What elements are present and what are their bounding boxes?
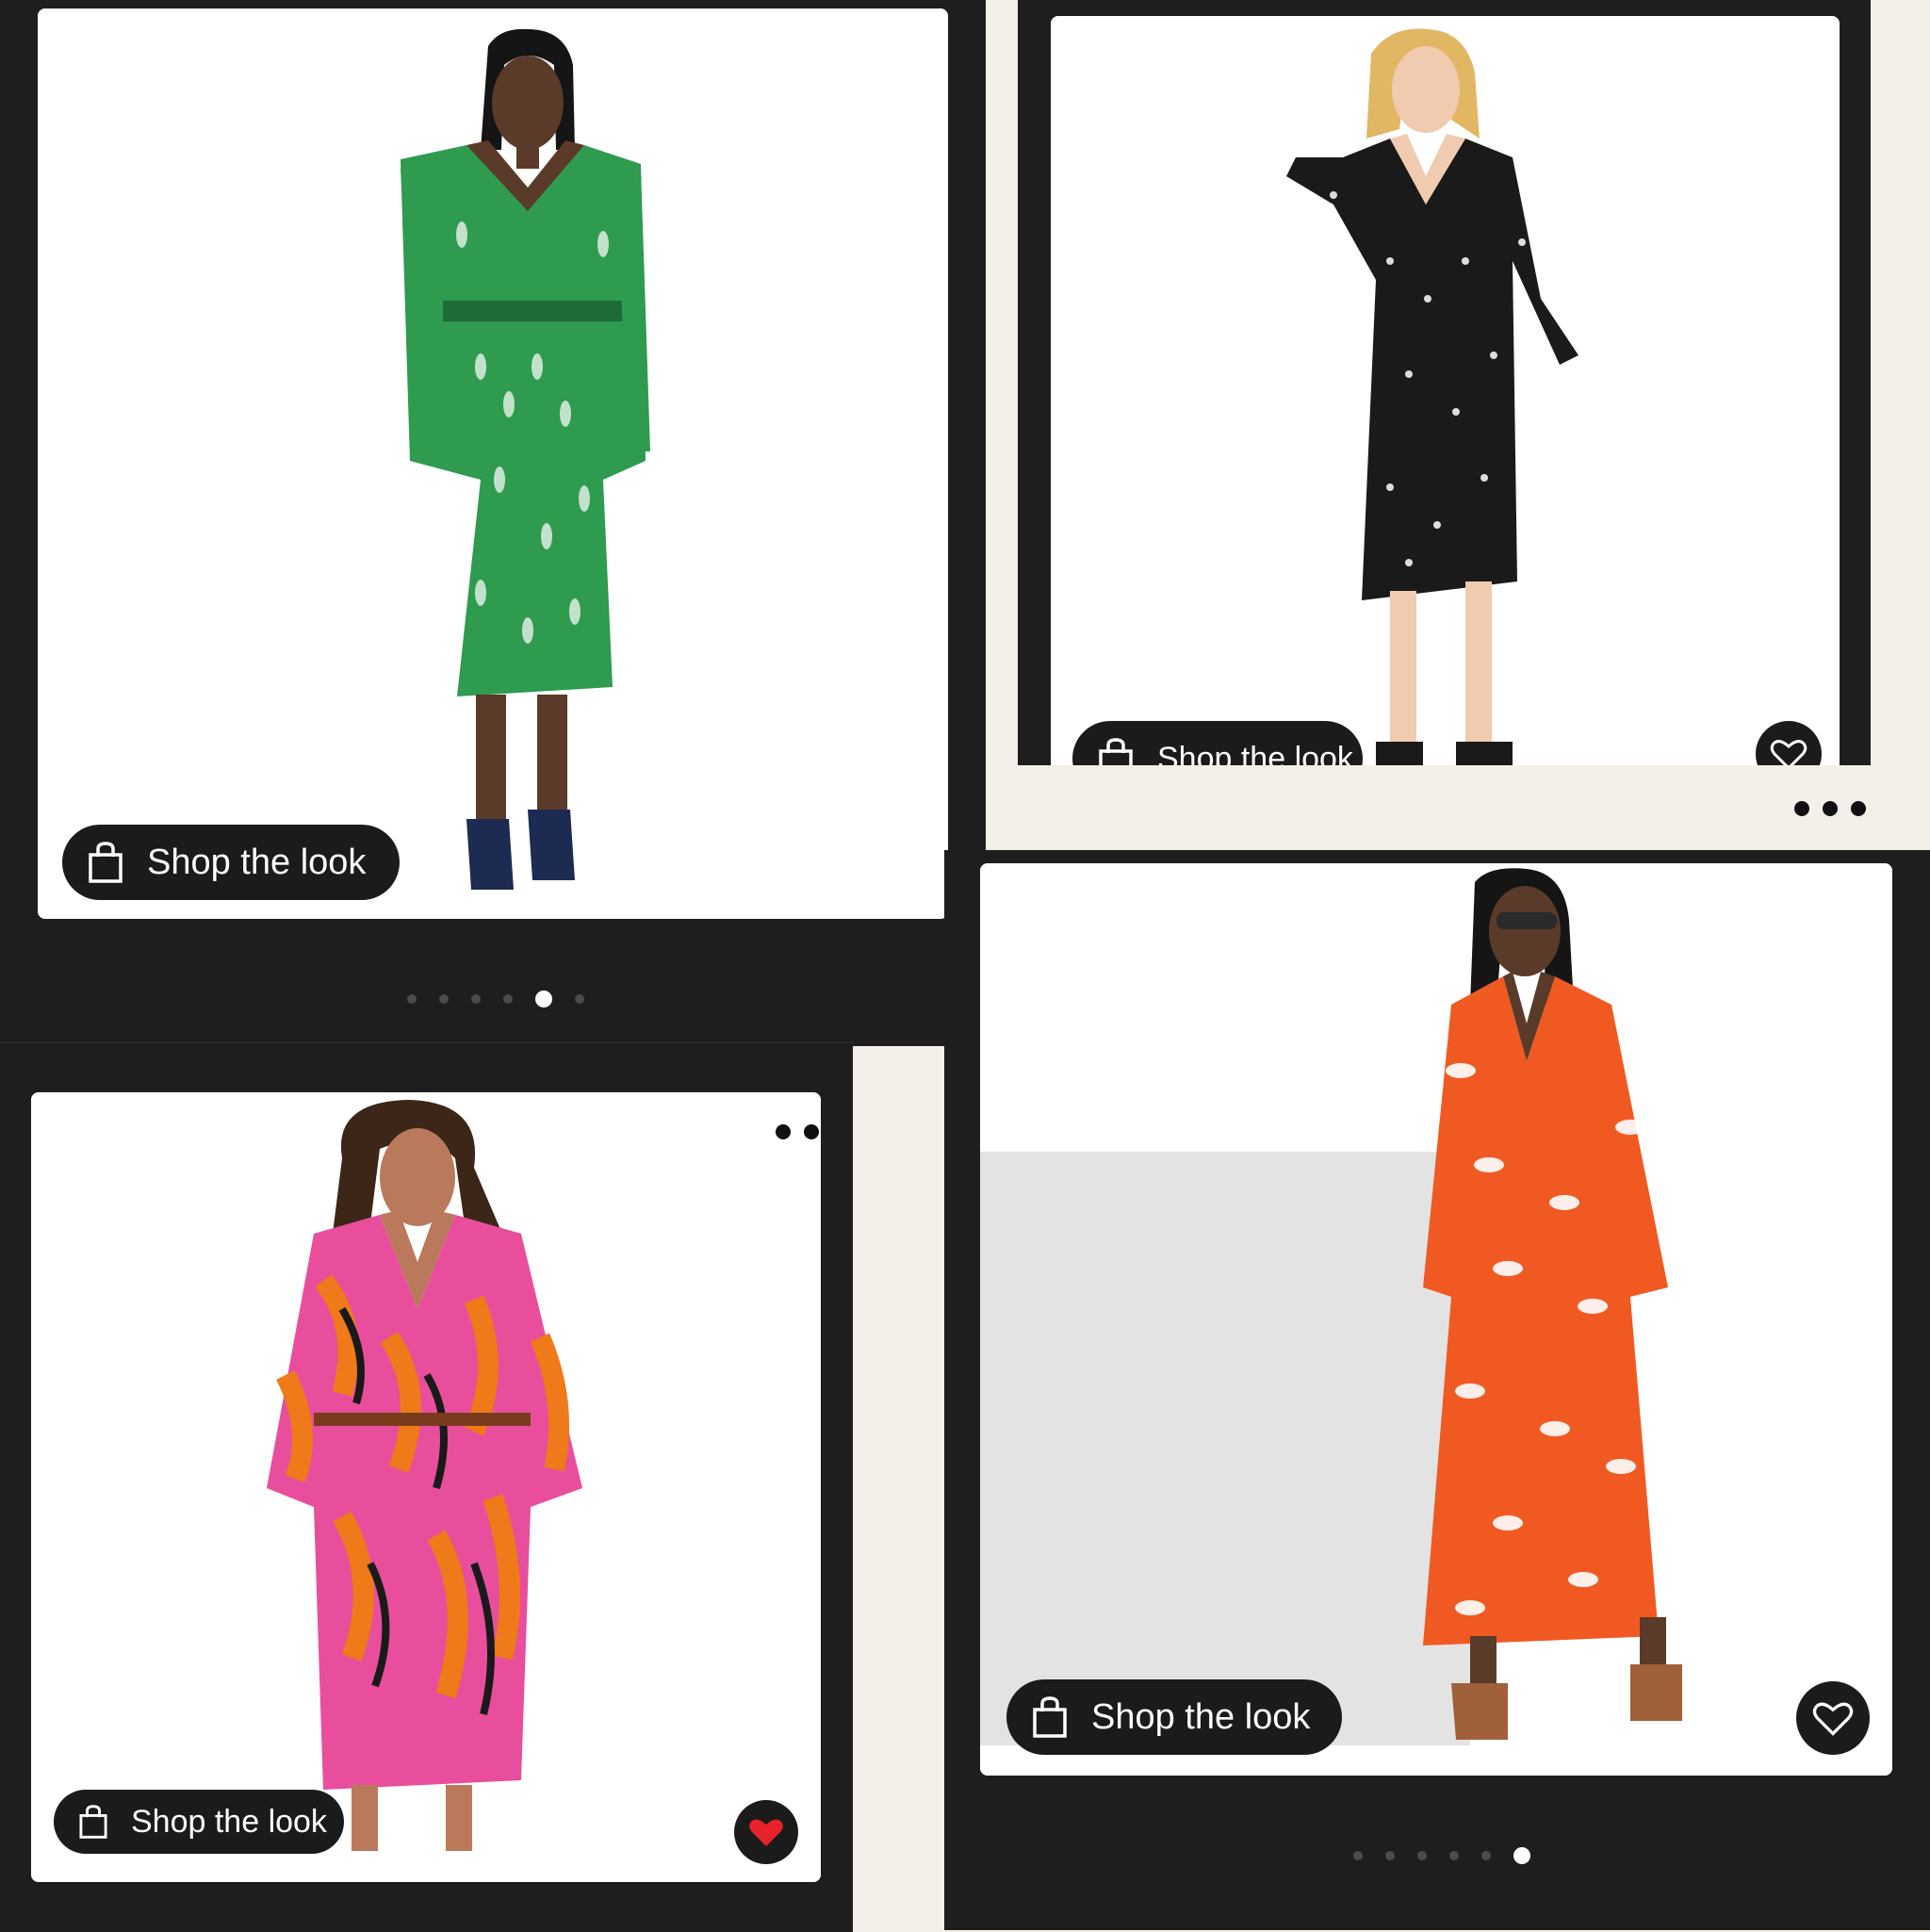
heart-outline-icon bbox=[1770, 740, 1807, 765]
shopping-bag-icon bbox=[79, 1805, 107, 1839]
carousel-dot[interactable] bbox=[575, 994, 584, 1004]
shopping-bag-icon bbox=[1033, 1696, 1067, 1738]
shop-the-look-label: Shop the look bbox=[131, 1803, 327, 1840]
product-photo-orange-dress bbox=[980, 863, 1892, 1776]
more-icon-dot bbox=[1851, 801, 1866, 816]
carousel-dot[interactable] bbox=[1353, 1851, 1363, 1860]
shopping-bag-icon bbox=[89, 842, 123, 883]
shop-the-look-button[interactable]: Shop the look bbox=[1072, 721, 1363, 765]
shop-the-look-button[interactable]: Shop the look bbox=[54, 1790, 344, 1854]
product-card-black-dress[interactable]: Shop the look bbox=[1051, 16, 1840, 765]
carousel-dot[interactable] bbox=[407, 994, 417, 1004]
favorite-button[interactable] bbox=[1796, 1681, 1870, 1755]
product-panel-black-dress: Shop the look bbox=[1018, 0, 1871, 765]
carousel-indicator[interactable] bbox=[1353, 1846, 1530, 1865]
more-icon-dot bbox=[1794, 801, 1809, 816]
shop-the-look-button[interactable]: Shop the look bbox=[62, 825, 400, 900]
carousel-dot-active[interactable] bbox=[1513, 1847, 1530, 1864]
favorite-button-active[interactable] bbox=[734, 1800, 798, 1864]
carousel-indicator[interactable] bbox=[407, 990, 584, 1008]
product-card-zebra-robe[interactable]: Shop the look bbox=[31, 1092, 821, 1882]
carousel-dot[interactable] bbox=[471, 994, 481, 1004]
more-icon-dot bbox=[804, 1124, 819, 1139]
product-photo-green-dress bbox=[38, 8, 948, 919]
carousel-dot[interactable] bbox=[1385, 1851, 1395, 1860]
shopping-bag-icon bbox=[1099, 738, 1133, 765]
shop-the-look-button[interactable]: Shop the look bbox=[1006, 1679, 1342, 1755]
more-icon-dot bbox=[1823, 801, 1838, 816]
carousel-dot-active[interactable] bbox=[535, 991, 552, 1007]
carousel-dot[interactable] bbox=[439, 994, 449, 1004]
heart-filled-icon bbox=[749, 1819, 783, 1846]
shop-the-look-label: Shop the look bbox=[1157, 740, 1353, 766]
carousel-dot[interactable] bbox=[1481, 1851, 1491, 1860]
shop-the-look-label: Shop the look bbox=[147, 842, 367, 882]
product-photo-zebra-robe bbox=[31, 1092, 821, 1882]
more-options-button[interactable] bbox=[776, 1124, 819, 1139]
product-photo-black-dress bbox=[1051, 16, 1840, 765]
product-card-orange-dress[interactable]: Shop the look bbox=[980, 863, 1892, 1776]
product-panel-zebra-robe: Shop the look bbox=[0, 1041, 853, 1932]
carousel-dot[interactable] bbox=[503, 994, 513, 1004]
product-card-green-dress[interactable]: Shop the look bbox=[38, 8, 948, 919]
product-panel-orange-dress: Shop the look bbox=[944, 850, 1930, 1930]
carousel-dot[interactable] bbox=[1449, 1851, 1459, 1860]
product-panel-green-dress: Shop the look bbox=[0, 0, 986, 1046]
more-icon-dot bbox=[776, 1124, 791, 1139]
heart-outline-icon bbox=[1812, 1702, 1854, 1736]
shop-the-look-label: Shop the look bbox=[1091, 1696, 1311, 1737]
carousel-dot[interactable] bbox=[1417, 1851, 1427, 1860]
more-options-button[interactable] bbox=[1794, 801, 1866, 816]
